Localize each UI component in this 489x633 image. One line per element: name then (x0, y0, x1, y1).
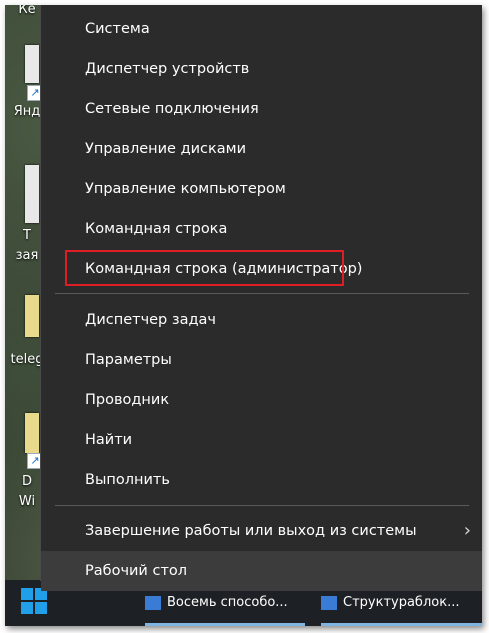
menu-item-label: Проводник (85, 392, 170, 408)
start-context-menu: Система Диспетчер устройств Сетевые подк… (40, 5, 482, 591)
desktop-icon-thumbnail[interactable] (25, 165, 39, 223)
menu-item-label: Рабочий стол (85, 563, 188, 579)
menu-item-system[interactable]: Система (41, 9, 482, 49)
menu-item-search[interactable]: Найти (41, 420, 482, 460)
desktop-icon-thumbnail[interactable] (25, 413, 39, 453)
menu-item-disk-management[interactable]: Управление дисками (41, 129, 482, 169)
menu-divider (55, 505, 469, 506)
taskbar-app-indicator (145, 623, 305, 626)
menu-item-label: Выполнить (85, 472, 170, 488)
menu-item-label: Управление дисками (85, 141, 247, 157)
menu-item-label: Диспетчер задач (85, 312, 216, 328)
menu-item-label: Сетевые подключения (85, 101, 259, 117)
menu-divider (55, 293, 469, 294)
menu-item-task-manager[interactable]: Диспетчер задач (41, 300, 482, 340)
menu-item-label: Управление компьютером (85, 181, 286, 197)
menu-item-label: Завершение работы или выход из системы (85, 523, 417, 539)
menu-item-settings[interactable]: Параметры (41, 340, 482, 380)
menu-item-run[interactable]: Выполнить (41, 460, 482, 500)
menu-item-shutdown-signout[interactable]: Завершение работы или выход из системы › (41, 511, 482, 551)
desktop-icon-thumbnail[interactable] (25, 45, 39, 83)
taskbar-app-label: Восемь способо... (167, 595, 288, 610)
taskbar-app-label: Структураблок... (343, 595, 460, 610)
menu-item-file-explorer[interactable]: Проводник (41, 380, 482, 420)
menu-item-label: Параметры (85, 352, 172, 368)
menu-item-network-connections[interactable]: Сетевые подключения (41, 89, 482, 129)
menu-item-label: Командная строка (85, 221, 228, 237)
menu-item-command-prompt[interactable]: Командная строка (41, 209, 482, 249)
word-document-icon (145, 595, 161, 610)
menu-item-device-manager[interactable]: Диспетчер устройств (41, 49, 482, 89)
menu-item-label: Найти (85, 432, 133, 448)
menu-item-desktop[interactable]: Рабочий стол (41, 551, 482, 591)
desktop-icon-thumbnail[interactable] (25, 295, 39, 337)
screenshot-frame: Ке ↗ Янд Т зая teleg ↗ D Wi Восемь спосо… (5, 5, 482, 626)
windows-start-icon[interactable] (21, 588, 49, 616)
chevron-right-icon: › (463, 520, 471, 541)
menu-item-label: Диспетчер устройств (85, 61, 250, 77)
annotation-highlight-box (65, 250, 344, 286)
menu-item-computer-management[interactable]: Управление компьютером (41, 169, 482, 209)
taskbar-app-indicator (321, 623, 482, 626)
word-document-icon (321, 595, 337, 610)
menu-item-label: Система (85, 21, 150, 37)
